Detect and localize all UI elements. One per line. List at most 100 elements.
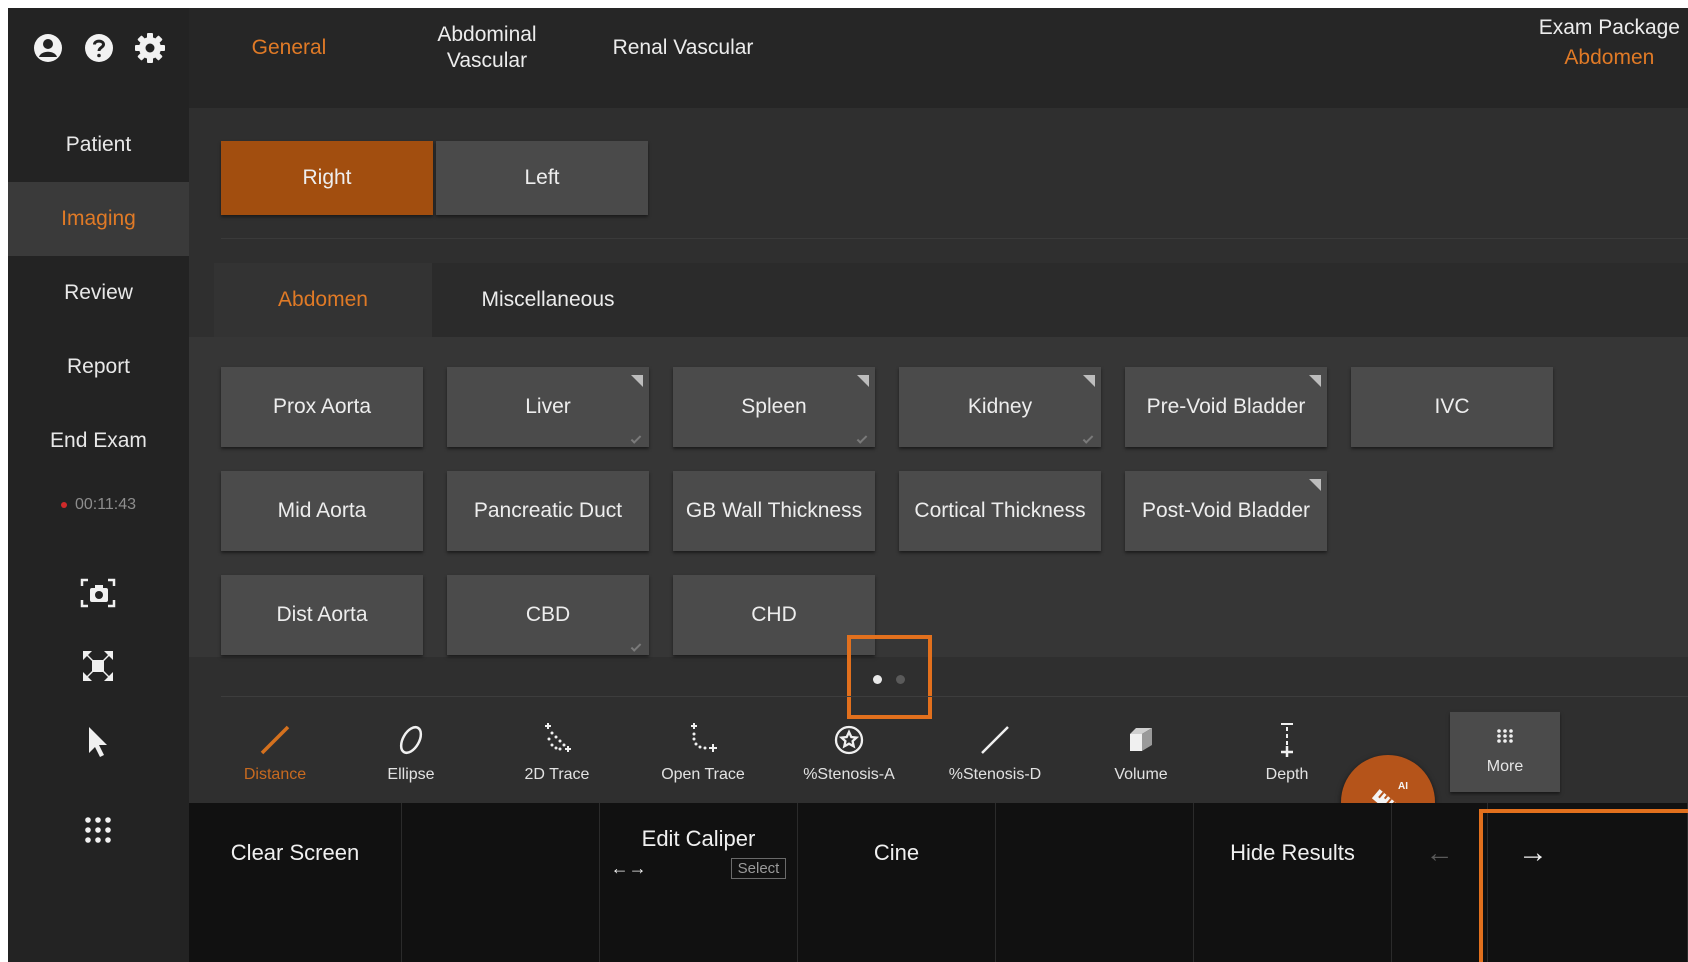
fullscreen-icon[interactable] — [76, 644, 120, 688]
button-label: Clear Screen — [230, 839, 360, 865]
measure-post-void-bladder-button[interactable]: Post-Void Bladder — [1125, 471, 1327, 551]
tool-label: %Stenosis-D — [948, 766, 1042, 783]
sidebar-item-label: Report — [66, 355, 131, 378]
apps-grid-icon — [1450, 712, 1560, 752]
exam-header: General Abdominal Vascular Renal Vascula… — [189, 8, 1688, 108]
button-label: Edit Caliper — [641, 826, 756, 851]
arrow-left-icon: ← — [1425, 836, 1454, 868]
tool-stenosis-d[interactable]: %Stenosis-D — [933, 720, 1057, 796]
tool-label: Ellipse — [387, 766, 435, 783]
camera-capture-icon[interactable] — [76, 571, 120, 615]
more-label: More — [1486, 758, 1524, 775]
swap-arrows-icon: ←→ — [610, 858, 647, 878]
tool-distance[interactable]: Distance — [213, 720, 337, 796]
button-label: Kidney — [967, 395, 1033, 418]
button-label: Cine — [873, 839, 920, 865]
sidebar-item-label: Imaging — [61, 207, 136, 230]
apps-grid-icon[interactable] — [76, 808, 120, 852]
more-tools-button[interactable]: More — [1450, 712, 1560, 792]
measure-liver-button[interactable]: Liver — [447, 367, 649, 447]
gear-icon[interactable] — [132, 30, 168, 66]
measure-ivc-button[interactable]: IVC — [1351, 367, 1553, 447]
clear-screen-button[interactable]: Clear Screen — [189, 803, 402, 962]
measure-gb-wall-thickness-button[interactable]: GB Wall Thickness — [673, 471, 875, 551]
button-label: Pre-Void Bladder — [1146, 395, 1306, 418]
open-trace-icon — [641, 720, 765, 760]
exam-package-label: Exam Package — [1538, 16, 1680, 39]
tab-label: Renal Vascular — [612, 36, 754, 59]
user-icon[interactable] — [30, 30, 66, 66]
sidebar-item-end-exam[interactable]: End Exam — [8, 404, 189, 478]
sidebar-item-review[interactable]: Review — [8, 256, 189, 330]
sidebar-item-label: Patient — [65, 133, 132, 156]
tool-stenosis-a[interactable]: %Stenosis-A — [787, 720, 911, 796]
button-label: IVC — [1434, 395, 1470, 418]
bottom-toolbar: Clear Screen Edit Caliper ←→ Select Cine… — [189, 803, 1688, 962]
tool-label: 2D Trace — [524, 766, 590, 783]
sidebar-item-label: Review — [64, 281, 133, 304]
tab-abdominal-vascular[interactable]: Abdominal Vascular — [417, 8, 557, 88]
done-check-icon — [856, 433, 868, 444]
category-tab-abdomen[interactable]: Abdomen — [214, 263, 432, 337]
side-right-button[interactable]: Right — [221, 141, 433, 215]
measure-spleen-button[interactable]: Spleen — [673, 367, 875, 447]
tab-label: Miscellaneous — [481, 288, 615, 311]
measure-mid-aorta-button[interactable]: Mid Aorta — [221, 471, 423, 551]
category-tabs — [214, 263, 1688, 337]
measurement-panel: Right Left Abdomen Miscellaneous Prox Ao… — [189, 108, 1688, 849]
stenosis-area-icon — [787, 720, 911, 760]
button-label: Liver — [525, 395, 571, 418]
button-label: CBD — [525, 603, 571, 626]
button-label: Spleen — [741, 395, 807, 418]
depth-icon — [1225, 720, 1349, 760]
submenu-corner-icon — [1309, 479, 1321, 491]
timer-value: 00:11:43 — [74, 496, 137, 513]
divider — [221, 696, 1688, 697]
done-check-icon — [630, 433, 642, 444]
prev-page-button[interactable]: ← — [1392, 803, 1488, 962]
measure-cbd-button[interactable]: CBD — [447, 575, 649, 655]
sidebar-item-imaging[interactable]: Imaging — [8, 182, 189, 256]
sidebar-item-patient[interactable]: Patient — [8, 108, 189, 182]
button-label: GB Wall Thickness — [685, 499, 863, 522]
tool-depth[interactable]: Depth — [1225, 720, 1349, 796]
button-label: Hide Results — [1230, 839, 1355, 865]
measure-chd-button[interactable]: CHD — [673, 575, 875, 655]
help-icon[interactable] — [81, 30, 117, 66]
empty-soft-key[interactable] — [996, 803, 1194, 962]
tool-ellipse[interactable]: Ellipse — [349, 720, 473, 796]
measure-kidney-button[interactable]: Kidney — [899, 367, 1101, 447]
exam-package-selector[interactable]: Exam Package Abdomen — [1539, 16, 1680, 70]
tool-open-trace[interactable]: Open Trace — [641, 720, 765, 796]
side-left-button[interactable]: Left — [436, 141, 648, 215]
button-label: Right — [302, 166, 352, 189]
hide-results-button[interactable]: Hide Results — [1194, 803, 1392, 962]
button-label: Cortical Thickness — [914, 499, 1086, 522]
tool-2d-trace[interactable]: 2D Trace — [495, 720, 619, 796]
measure-pancreatic-duct-button[interactable]: Pancreatic Duct — [447, 471, 649, 551]
divider — [221, 238, 1688, 239]
tool-label: Open Trace — [661, 766, 745, 783]
tab-general[interactable]: General — [219, 8, 359, 88]
tab-renal-vascular[interactable]: Renal Vascular — [603, 8, 763, 88]
sidebar-top-icons — [8, 8, 189, 88]
tool-label: Distance — [243, 766, 307, 783]
category-tab-miscellaneous[interactable]: Miscellaneous — [439, 263, 657, 337]
measure-cortical-thickness-button[interactable]: Cortical Thickness — [899, 471, 1101, 551]
submenu-corner-icon — [857, 375, 869, 387]
measure-pre-void-bladder-button[interactable]: Pre-Void Bladder — [1125, 367, 1327, 447]
measure-prox-aorta-button[interactable]: Prox Aorta — [221, 367, 423, 447]
pointer-icon[interactable] — [76, 720, 120, 764]
measure-dist-aorta-button[interactable]: Dist Aorta — [221, 575, 423, 655]
exam-timer: 00:11:43 — [8, 496, 189, 514]
distance-line-icon — [213, 720, 337, 760]
tool-volume[interactable]: Volume — [1079, 720, 1203, 796]
sidebar-item-report[interactable]: Report — [8, 330, 189, 404]
ellipse-icon — [349, 720, 473, 760]
edit-caliper-button[interactable]: Edit Caliper ←→ Select — [600, 803, 798, 962]
ai-badge-text: AI — [1398, 781, 1408, 792]
cine-button[interactable]: Cine — [798, 803, 996, 962]
empty-soft-key[interactable] — [402, 803, 600, 962]
stenosis-diameter-icon — [933, 720, 1057, 760]
button-label: Mid Aorta — [277, 499, 367, 522]
